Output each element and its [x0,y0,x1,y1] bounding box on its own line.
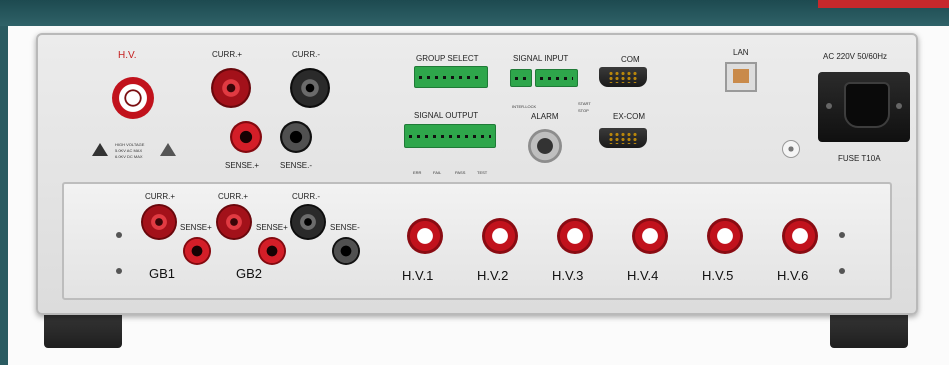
gb2-sense-plus-terminal[interactable] [258,237,286,265]
hv-output-5-label: H.V.5 [702,268,734,283]
fuse-label: FUSE T10A [838,154,881,163]
hv-label: H.V. [118,50,137,61]
lan-label: LAN [733,48,749,57]
hv-output-6[interactable] [782,218,818,254]
hv-output-3[interactable] [557,218,593,254]
gb1-sense-plus-terminal[interactable] [183,237,211,265]
screw [839,232,845,238]
hv-output-4[interactable] [632,218,668,254]
screw [839,268,845,274]
warning-text-1: HIGH VOLTAGE [115,142,145,147]
hv-output-6-label: H.V.6 [777,268,809,283]
hv-output-5[interactable] [707,218,743,254]
gb-sense-minus-terminal[interactable] [332,237,360,265]
hv-main-terminal[interactable] [112,77,154,119]
signal-input-label: SIGNAL INPUT [513,54,569,63]
gb-curr-minus-terminal[interactable] [290,204,326,240]
warning-text-3: 6.0KV DC MAX [115,154,143,159]
out-test-label: TEST [477,170,488,175]
sense-minus-terminal[interactable] [280,121,312,153]
stop-label: STOP [578,108,589,113]
gb1-label: GB1 [149,266,176,281]
hv-output-1[interactable] [407,218,443,254]
red-accent-tab [818,0,949,8]
screw [116,232,122,238]
sense-plus-terminal[interactable] [230,121,262,153]
curr-minus-label: CURR.- [292,50,320,59]
warning-text-2: 5.0KV AC MAX [115,148,143,153]
gb2-curr-plus-terminal[interactable] [216,204,252,240]
sense-plus-label: SENSE.+ [225,161,260,170]
gb2-sense-plus-label: SENSE+ [256,223,288,232]
curr-minus-terminal[interactable] [290,68,330,108]
ex-com-port[interactable] [599,128,647,148]
hv-output-2-label: H.V.2 [477,268,509,283]
group-select-label: GROUP SELECT [416,54,479,63]
com-label: COM [621,55,640,64]
screw [116,268,122,274]
com-port[interactable] [599,67,647,87]
hand-warning-icon [160,143,176,156]
hv-output-4-label: H.V.4 [627,268,659,283]
signal-output-terminal[interactable] [404,124,496,148]
ground-terminal[interactable] [782,140,800,158]
signal-output-label: SIGNAL OUTPUT [414,111,479,120]
out-pass-label: PASS [455,170,466,175]
gb1-sense-plus-label: SENSE+ [180,223,212,232]
background-band [0,0,949,26]
interlock-terminal[interactable] [510,69,532,87]
gb2-label: GB2 [236,266,263,281]
lan-port[interactable] [725,62,757,92]
power-inlet[interactable] [818,72,910,142]
out-err-label: ERR [413,170,422,175]
curr-plus-terminal[interactable] [211,68,251,108]
power-rating-label: AC 220V 50/60Hz [823,52,888,61]
curr-plus-label: CURR.+ [212,50,243,59]
ex-com-label: EX-COM [613,112,645,121]
group-select-terminal[interactable] [414,66,488,88]
hv-output-1-label: H.V.1 [402,268,434,283]
hv-output-2[interactable] [482,218,518,254]
alarm-label: ALARM [531,112,559,121]
interlock-label: INTER-LOCK [512,104,537,109]
gb-sense-minus-label: SENSE- [330,223,360,232]
gb-curr-minus-label: CURR.- [292,192,320,201]
start-label: START [578,101,591,106]
sense-minus-label: SENSE.- [280,161,313,170]
gb1-curr-plus-label: CURR.+ [145,192,176,201]
start-stop-terminal[interactable] [535,69,578,87]
out-fail-label: FAIL [433,170,442,175]
alarm-connector[interactable] [528,129,562,163]
warning-icon [92,143,108,156]
gb2-curr-plus-label: CURR.+ [218,192,249,201]
hv-output-3-label: H.V.3 [552,268,584,283]
gb1-curr-plus-terminal[interactable] [141,204,177,240]
